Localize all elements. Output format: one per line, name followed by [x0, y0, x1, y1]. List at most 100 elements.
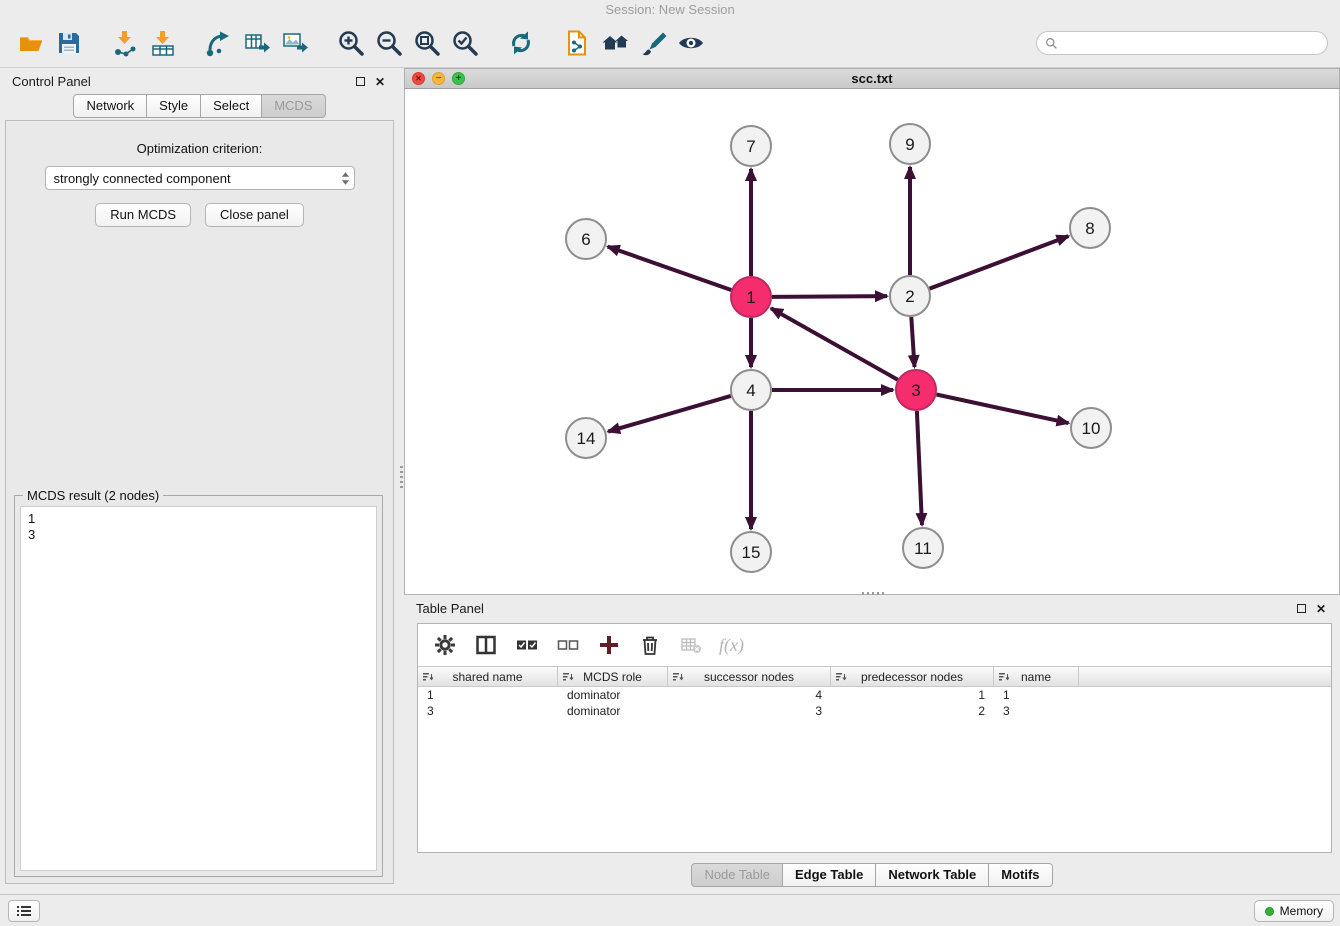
graph-node-2[interactable]: 2 — [890, 276, 930, 316]
graph-node-9[interactable]: 9 — [890, 124, 930, 164]
save-session-button[interactable] — [50, 24, 88, 62]
minimize-window-icon[interactable] — [432, 72, 445, 85]
export-table-button[interactable] — [238, 24, 276, 62]
control-tab-mcds[interactable]: MCDS — [262, 94, 325, 118]
table-cell[interactable]: 1 — [831, 687, 994, 703]
task-history-button[interactable] — [8, 900, 40, 922]
style-paint-icon — [639, 29, 667, 57]
optimization-criterion-dropdown[interactable]: strongly connected component — [45, 166, 355, 190]
open-session-folder-button[interactable] — [12, 24, 50, 62]
network-overview-home-button[interactable] — [596, 24, 634, 62]
memory-status-icon — [1265, 907, 1274, 916]
graph-node-7[interactable]: 7 — [731, 126, 771, 166]
table-row[interactable]: 3dominator323 — [418, 703, 1331, 719]
zoom-fit-button[interactable] — [408, 24, 446, 62]
table-tab-network-table[interactable]: Network Table — [876, 863, 989, 887]
control-tab-select[interactable]: Select — [201, 94, 262, 118]
graph-edge-2-8[interactable] — [930, 236, 1069, 289]
mcds-result-text[interactable]: 1 3 — [20, 506, 377, 871]
deselect-all-rows-button[interactable] — [555, 632, 581, 658]
show-columns-button[interactable] — [473, 632, 499, 658]
select-all-rows-button[interactable] — [514, 632, 540, 658]
graph-edge-3-1[interactable] — [771, 308, 898, 379]
search-box[interactable] — [1036, 31, 1328, 55]
show-hide-eye-button[interactable] — [672, 24, 710, 62]
column-header-mcds-role[interactable]: MCDS role — [558, 667, 668, 686]
memory-label: Memory — [1280, 904, 1323, 918]
mcds-panel-body: Optimization criterion: strongly connect… — [5, 120, 394, 884]
save-session-icon — [55, 29, 83, 57]
table-cell[interactable]: 3 — [418, 703, 558, 719]
graph-edge-1-2[interactable] — [772, 296, 887, 297]
graph-node-10[interactable]: 10 — [1071, 408, 1111, 448]
table-panel: Table Panel f(x) shared nameMCDS rolesuc… — [404, 595, 1340, 894]
search-input[interactable] — [1062, 35, 1319, 51]
maximize-window-icon[interactable] — [452, 72, 465, 85]
table-row[interactable]: 1dominator411 — [418, 687, 1331, 703]
control-tab-style[interactable]: Style — [147, 94, 201, 118]
table-cell[interactable]: 3 — [994, 703, 1079, 719]
graph-node-8[interactable]: 8 — [1070, 208, 1110, 248]
graph-node-4[interactable]: 4 — [731, 370, 771, 410]
table-cell[interactable]: dominator — [558, 687, 668, 703]
graph-node-15[interactable]: 15 — [731, 532, 771, 572]
close-panel-button[interactable]: Close panel — [205, 203, 304, 227]
network-canvas[interactable]: 7 9 6 8 1 2 4 3 14 10 15 11 — [405, 89, 1339, 594]
apply-layout-refresh-button[interactable] — [502, 24, 540, 62]
graph-node-14[interactable]: 14 — [566, 418, 606, 458]
column-header-name[interactable]: name — [994, 667, 1079, 686]
export-image-icon — [281, 29, 309, 57]
column-header-predecessor-nodes[interactable]: predecessor nodes — [831, 667, 994, 686]
graph-edge-2-3[interactable] — [911, 317, 914, 367]
graph-edge-3-10[interactable] — [937, 395, 1069, 424]
column-header-successor-nodes[interactable]: successor nodes — [668, 667, 831, 686]
graph-node-6[interactable]: 6 — [566, 219, 606, 259]
close-panel-icon[interactable] — [375, 74, 387, 88]
delete-table-button[interactable] — [678, 632, 704, 658]
control-panel-title: Control Panel — [12, 74, 91, 89]
table-cell[interactable]: 2 — [831, 703, 994, 719]
table-cell[interactable]: 1 — [994, 687, 1079, 703]
float-panel-icon[interactable] — [1297, 604, 1306, 613]
document-share-button[interactable] — [558, 24, 596, 62]
control-tab-network[interactable]: Network — [73, 94, 147, 118]
graph-edge-4-14[interactable] — [608, 396, 731, 432]
table-mode-gear-button[interactable] — [432, 632, 458, 658]
graph-edge-3-11[interactable] — [917, 411, 922, 525]
table-cell[interactable]: 4 — [668, 687, 831, 703]
create-column-button[interactable] — [596, 632, 622, 658]
delete-columns-button[interactable] — [637, 632, 663, 658]
sort-column-icon — [672, 671, 684, 683]
table-toolbar: f(x) — [418, 624, 1331, 666]
control-panel-tabs: NetworkStyleSelectMCDS — [0, 94, 399, 118]
table-cell[interactable]: 3 — [668, 703, 831, 719]
graph-node-3[interactable]: 3 — [896, 370, 936, 410]
import-table-file-button[interactable] — [144, 24, 182, 62]
style-paint-button[interactable] — [634, 24, 672, 62]
graph-node-11[interactable]: 11 — [903, 528, 943, 568]
table-tab-node-table[interactable]: Node Table — [691, 863, 783, 887]
float-panel-icon[interactable] — [356, 77, 365, 86]
graph-edge-1-6[interactable] — [608, 247, 732, 290]
zoom-out-button[interactable] — [370, 24, 408, 62]
zoom-selected-button[interactable] — [446, 24, 484, 62]
close-window-icon[interactable] — [412, 72, 425, 85]
status-bar: Memory — [0, 894, 1340, 926]
export-table-icon — [243, 29, 271, 57]
function-builder-icon[interactable]: f(x) — [719, 635, 744, 656]
export-network-button[interactable] — [200, 24, 238, 62]
column-header-shared-name[interactable]: shared name — [418, 667, 558, 686]
run-mcds-button[interactable]: Run MCDS — [95, 203, 191, 227]
main-toolbar — [0, 19, 1340, 68]
export-image-button[interactable] — [276, 24, 314, 62]
table-cell[interactable]: 1 — [418, 687, 558, 703]
table-tab-motifs[interactable]: Motifs — [989, 863, 1052, 887]
zoom-in-button[interactable] — [332, 24, 370, 62]
close-panel-icon[interactable] — [1316, 601, 1328, 615]
import-network-file-button[interactable] — [106, 24, 144, 62]
memory-button[interactable]: Memory — [1254, 900, 1334, 922]
table-cell[interactable]: dominator — [558, 703, 668, 719]
column-header-label: predecessor nodes — [861, 670, 963, 684]
graph-node-1[interactable]: 1 — [731, 277, 771, 317]
table-tab-edge-table[interactable]: Edge Table — [783, 863, 876, 887]
